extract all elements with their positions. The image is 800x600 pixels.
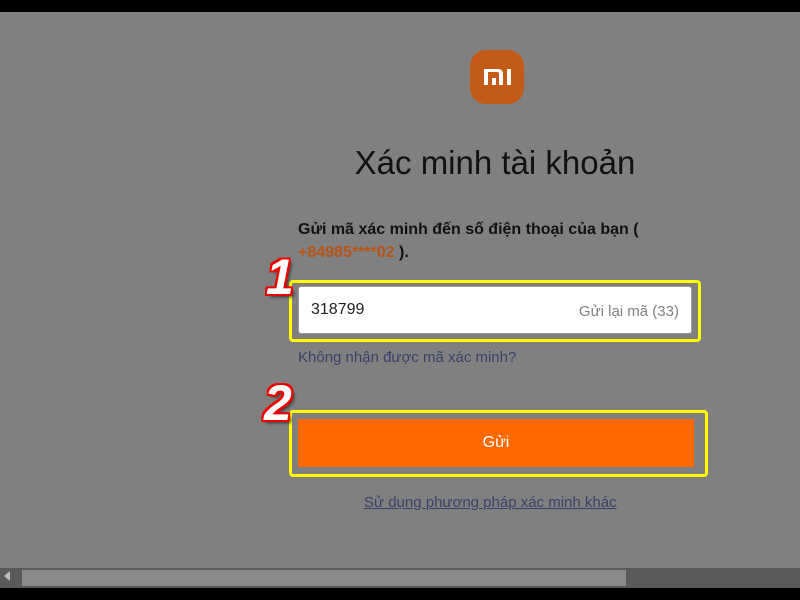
horizontal-scrollbar[interactable] [0, 568, 800, 588]
mi-logo-icon [484, 69, 511, 85]
step-number-2: 2 [264, 375, 292, 431]
step-number-1: 1 [266, 249, 294, 305]
other-method-link[interactable]: Sử dụng phương pháp xác minh khác [364, 494, 617, 511]
verification-code-value: 318799 [311, 301, 365, 318]
no-code-link[interactable]: Không nhận được mã xác minh? [298, 349, 516, 366]
verification-page: Xác minh tài khoản Gửi mã xác minh đến s… [0, 12, 800, 568]
scrollbar-thumb[interactable] [22, 570, 626, 586]
verification-description: Gửi mã xác minh đến số điện thoại của bạ… [298, 218, 678, 264]
verification-code-input[interactable]: 318799 Gửi lại mã (33) [298, 286, 692, 334]
mi-logo [470, 50, 524, 104]
resend-code-button[interactable]: Gửi lại mã (33) [579, 303, 679, 320]
page-title: Xác minh tài khoản [354, 144, 636, 181]
submit-button[interactable]: Gửi [298, 419, 694, 467]
bottom-black-bar [0, 588, 800, 600]
description-suffix: ). [399, 244, 409, 261]
masked-phone-number: +84985****02 [298, 244, 395, 261]
top-black-bar [0, 0, 800, 12]
description-prefix: Gửi mã xác minh đến số điện thoại của bạ… [298, 221, 639, 238]
scroll-left-icon[interactable] [4, 571, 10, 581]
